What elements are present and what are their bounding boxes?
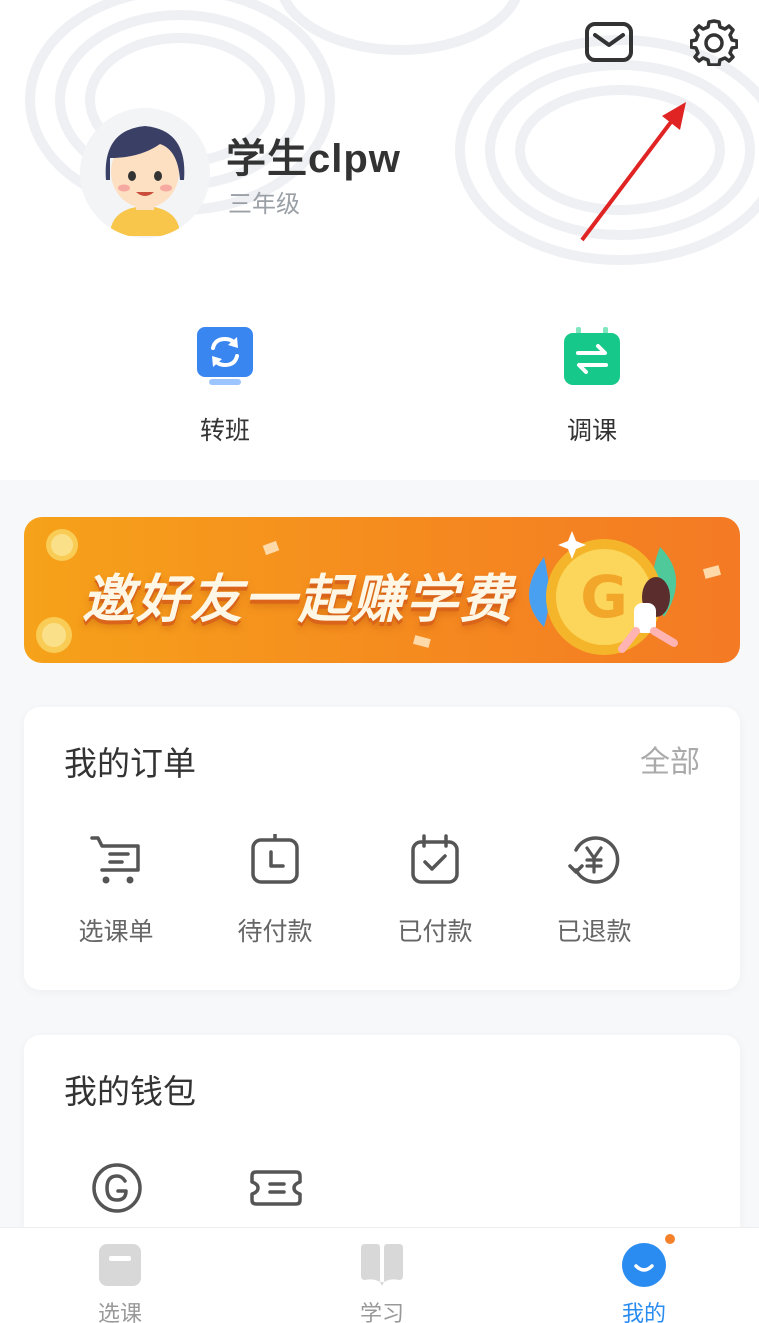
study-book-icon [359,1242,405,1288]
order-refunded-item[interactable]: 已退款 [534,832,654,948]
gear-icon[interactable] [688,16,740,68]
orders-title: 我的订单 [64,744,196,783]
red-arrow-annotation [580,102,686,242]
orders-all-link[interactable]: 全部 [640,737,700,781]
nav-study-label: 学习 [359,1302,404,1323]
avatar[interactable] [80,108,210,238]
invite-friends-banner[interactable]: G 邀好友一起赚学费 [24,517,740,663]
order-paid-label: 已付款 [397,917,473,946]
refund-yen-icon [566,832,622,888]
swap-class-icon [195,325,255,387]
cart-icon [88,832,144,888]
g-coin-icon[interactable] [89,1160,145,1216]
order-pending-label: 待付款 [237,917,313,946]
smile-profile-icon [621,1232,677,1288]
nav-mine-label: 我的 [621,1302,666,1323]
user-grade: 三年级 [228,190,300,218]
transfer-class-button[interactable]: 转班 [165,325,285,447]
bottom-navigation: 选课 学习 我的 [0,1227,759,1323]
coupon-icon[interactable] [248,1160,304,1216]
clock-icon [247,832,303,888]
my-orders-card: 我的订单 全部 选课单 待付款 已付款 已退款 [24,707,740,990]
wallet-title: 我的钱包 [64,1072,196,1111]
order-refunded-label: 已退款 [556,917,632,946]
banner-title: 邀好友一起赚学费 [82,570,515,630]
nav-select-course[interactable]: 选课 [60,1242,180,1323]
notification-dot [663,1232,677,1246]
nav-select-course-label: 选课 [97,1302,142,1323]
mail-icon[interactable] [583,16,635,68]
order-cart-label: 选课单 [78,917,154,946]
svg-text:G: G [580,563,628,631]
order-cart-item[interactable]: 选课单 [56,832,176,948]
transfer-class-label: 转班 [199,416,250,445]
reschedule-button[interactable]: 调课 [532,325,652,447]
calendar-check-icon [407,832,463,888]
select-course-icon [97,1242,143,1288]
profile-header: 学生clpw 三年级 转班 调课 [0,0,759,480]
order-pending-item[interactable]: 待付款 [215,832,335,948]
nav-study[interactable]: 学习 [322,1242,442,1323]
reschedule-label: 调课 [566,416,617,445]
reschedule-icon [562,325,622,387]
nav-mine[interactable]: 我的 [584,1232,704,1323]
order-paid-item[interactable]: 已付款 [375,832,495,948]
user-name: 学生clpw [226,137,401,181]
